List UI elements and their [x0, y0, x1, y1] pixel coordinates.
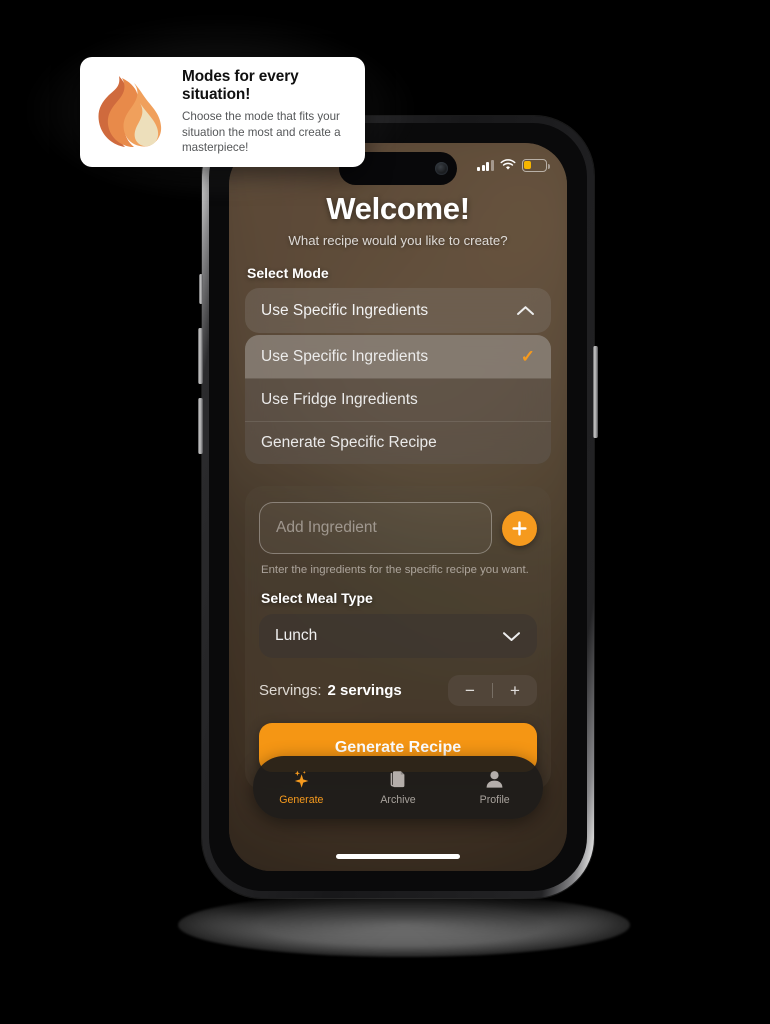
tooltip-title: Modes for every situation!: [182, 68, 299, 104]
flame-icon: [98, 76, 162, 147]
ingredient-hint-text: Enter the ingredients for the specific r…: [261, 564, 529, 576]
servings-increment-button[interactable]: +: [493, 675, 537, 706]
power-button[interactable]: [593, 346, 598, 438]
mode-option-use-fridge-ingredients[interactable]: Use Fridge Ingredients: [245, 378, 551, 421]
servings-label: Servings: 2 servings: [259, 682, 402, 699]
device-floor-shadow: [178, 893, 630, 957]
servings-value: 2 servings: [327, 682, 402, 699]
mode-option-label: Use Fridge Ingredients: [261, 391, 418, 408]
battery-low-icon: [522, 159, 550, 172]
bottom-tab-bar: Generate Archive Profile: [253, 756, 543, 819]
tab-generate-label: Generate: [279, 794, 324, 806]
tab-archive-label: Archive: [380, 794, 416, 806]
silent-switch-button[interactable]: [199, 274, 203, 304]
volume-down-button[interactable]: [198, 398, 203, 454]
mode-option-label: Generate Specific Recipe: [261, 434, 437, 451]
sparkles-icon: [290, 769, 313, 790]
mode-select-options: Use Specific Ingredients ✓ Use Fridge In…: [245, 335, 551, 464]
add-ingredient-button[interactable]: [502, 510, 537, 546]
tooltip-text-block: Modes for every situation! Choose the mo…: [182, 68, 351, 155]
mode-option-use-specific-ingredients[interactable]: Use Specific Ingredients ✓: [245, 335, 551, 378]
volume-up-button[interactable]: [198, 328, 203, 384]
front-camera-icon: [435, 162, 448, 175]
tab-profile[interactable]: Profile: [446, 769, 543, 806]
signal-bars-icon: [477, 159, 494, 171]
plus-icon: [512, 520, 527, 536]
servings-row: Servings: 2 servings − +: [259, 675, 537, 706]
tab-archive[interactable]: Archive: [350, 769, 447, 806]
phone-screen: Welcome! What recipe would you like to c…: [229, 143, 567, 871]
phone-device: Welcome! What recipe would you like to c…: [198, 116, 598, 898]
person-icon: [484, 769, 505, 790]
mode-option-generate-specific-recipe[interactable]: Generate Specific Recipe: [245, 421, 551, 464]
recipe-form-panel: Add Ingredient Enter the ingredients for…: [245, 486, 551, 790]
servings-stepper: − +: [448, 675, 537, 706]
mode-option-label: Use Specific Ingredients: [261, 347, 429, 365]
status-bar-indicators: [477, 159, 550, 172]
chevron-down-icon: [503, 631, 520, 641]
select-meal-type-label: Select Meal Type: [261, 590, 373, 606]
servings-label-text: Servings:: [259, 682, 322, 699]
canvas: Welcome! What recipe would you like to c…: [0, 0, 770, 1024]
mode-select-value: Use Specific Ingredients: [261, 301, 429, 319]
phone-bezel: Welcome! What recipe would you like to c…: [209, 123, 587, 891]
ingredient-entry-row: Add Ingredient: [259, 502, 537, 554]
tooltip-body: Choose the mode that fits your situation…: [182, 110, 341, 155]
tooltip-card[interactable]: Modes for every situation! Choose the mo…: [80, 57, 365, 167]
tab-generate[interactable]: Generate: [253, 769, 350, 806]
add-ingredient-input[interactable]: Add Ingredient: [259, 502, 492, 554]
chevron-up-icon: [517, 306, 534, 315]
select-mode-label: Select Mode: [247, 265, 329, 281]
add-ingredient-placeholder: Add Ingredient: [276, 519, 377, 536]
mode-select-trigger[interactable]: Use Specific Ingredients: [245, 288, 551, 333]
tab-profile-label: Profile: [479, 794, 510, 806]
meal-type-select[interactable]: Lunch: [259, 614, 537, 658]
servings-decrement-button[interactable]: −: [448, 675, 492, 706]
meal-type-value: Lunch: [275, 627, 318, 644]
page-subtitle: What recipe would you like to create?: [288, 233, 508, 248]
home-indicator[interactable]: [336, 854, 460, 859]
wifi-icon: [500, 159, 516, 170]
page-title: Welcome!: [326, 191, 470, 226]
checkmark-icon: ✓: [520, 346, 535, 366]
documents-icon: [388, 769, 408, 790]
